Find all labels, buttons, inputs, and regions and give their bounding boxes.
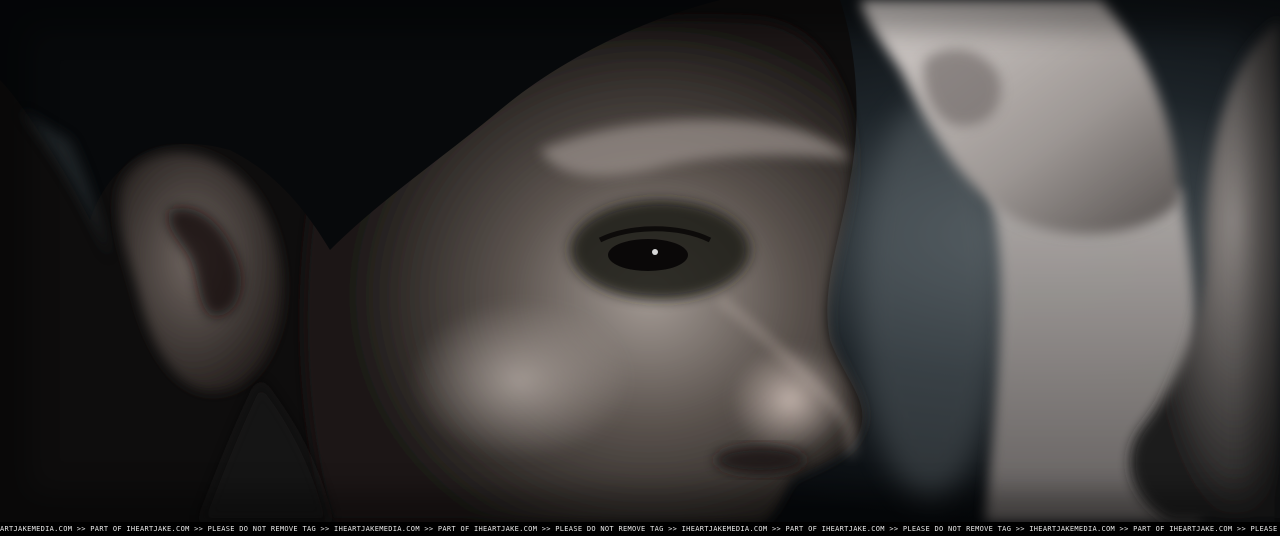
scene-illustration (0, 0, 1280, 522)
movie-still (0, 0, 1280, 522)
watermark-text: ARTJAKEMEDIA.COM >> PART OF IHEARTJAKE.C… (0, 525, 1278, 533)
photo-frame: ARTJAKEMEDIA.COM >> PART OF IHEARTJAKE.C… (0, 0, 1280, 536)
nostril-shadow (715, 446, 805, 474)
eye-catchlight (652, 249, 658, 255)
cheek-highlight (410, 300, 630, 460)
watermark-bar: ARTJAKEMEDIA.COM >> PART OF IHEARTJAKE.C… (0, 522, 1280, 536)
eye (608, 239, 688, 271)
